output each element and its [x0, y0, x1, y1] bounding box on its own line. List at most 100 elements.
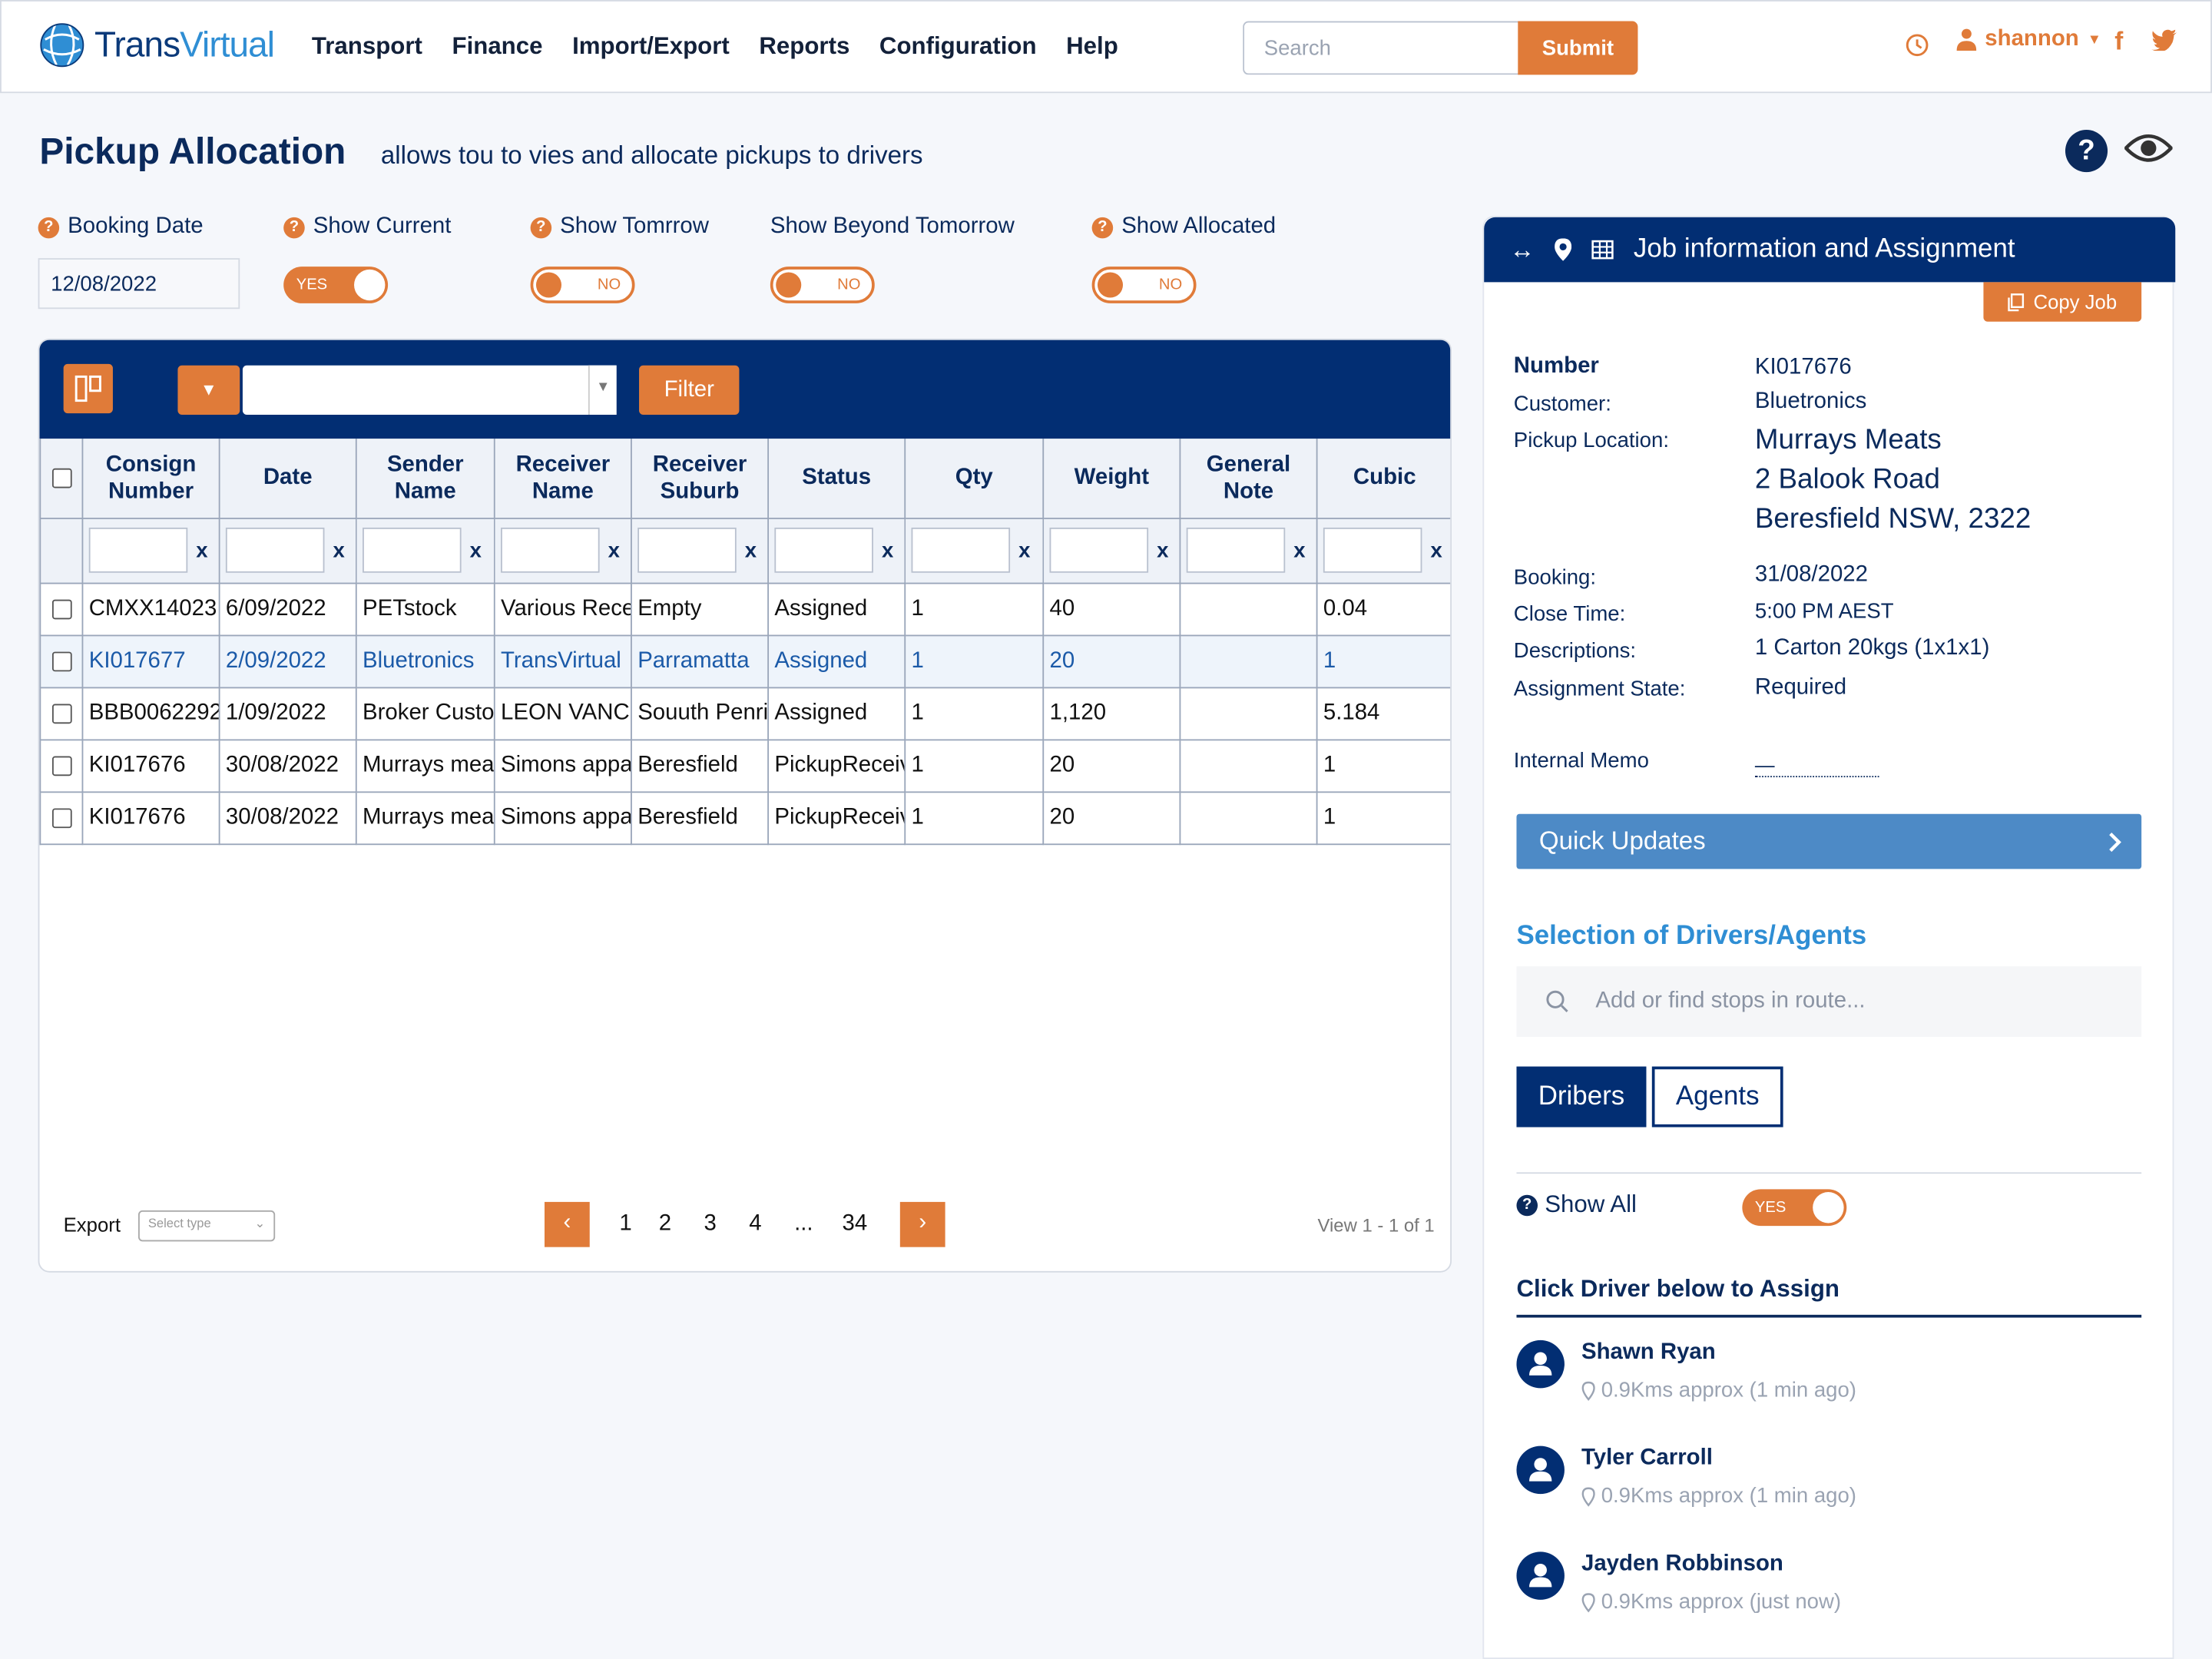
driver-item[interactable]: Jayden Robbinson 0.9Kms approx (just now) [1516, 1551, 1841, 1614]
export-label: Export [63, 1213, 121, 1236]
table-row[interactable]: KI01767630/08/2022Murrays meatsSimons ap… [39, 738, 1451, 793]
clear-filter-icon[interactable]: x [1157, 538, 1168, 562]
row-checkbox[interactable] [51, 598, 71, 619]
col-general-note[interactable]: General Note [1179, 439, 1318, 518]
nav-finance[interactable]: Finance [452, 32, 542, 61]
caret-down-icon: ▼ [200, 379, 217, 399]
clear-filter-icon[interactable]: x [1018, 538, 1030, 562]
col-sender-name[interactable]: Sender Name [355, 439, 495, 518]
question-icon[interactable]: ? [1091, 216, 1114, 238]
column-filter-input[interactable] [501, 527, 600, 573]
column-filter-input[interactable] [911, 527, 1011, 573]
nav-configuration[interactable]: Configuration [879, 32, 1037, 61]
col-weight[interactable]: Weight [1042, 439, 1181, 518]
column-filter-input[interactable] [88, 527, 188, 573]
clear-filter-icon[interactable]: x [608, 538, 620, 562]
show-allocated-toggle[interactable]: NO [1091, 267, 1197, 303]
filter-button[interactable]: Filter [639, 365, 740, 415]
filter-select[interactable] [242, 365, 617, 415]
twitter-icon[interactable] [2151, 29, 2177, 51]
clear-filter-icon[interactable]: x [470, 538, 482, 562]
column-filter-cell: x [1316, 517, 1451, 584]
prev-page-button[interactable]: ‹ [544, 1201, 590, 1247]
clear-filter-icon[interactable]: x [1430, 538, 1442, 562]
column-filter-input[interactable] [1186, 527, 1286, 573]
clear-filter-icon[interactable]: x [882, 538, 893, 562]
quick-updates-button[interactable]: Quick Updates [1516, 813, 2142, 869]
select-all-checkbox[interactable] [51, 468, 71, 488]
col-date[interactable]: Date [218, 439, 357, 518]
copy-job-button[interactable]: Copy Job [1983, 282, 2142, 322]
page-34[interactable]: 34 [843, 1212, 868, 1237]
search-input[interactable] [1243, 21, 1520, 75]
tab-drivers[interactable]: Dribers [1516, 1066, 1647, 1128]
tab-agents[interactable]: Agents [1651, 1066, 1783, 1128]
clear-filter-icon[interactable]: x [333, 538, 344, 562]
show-current-toggle[interactable]: YES [283, 267, 389, 303]
row-checkbox[interactable] [51, 807, 71, 828]
page-4[interactable]: 4 [749, 1212, 761, 1237]
show-beyond-toggle[interactable]: NO [770, 267, 875, 303]
table-cell: Bluetronics [355, 634, 495, 688]
question-icon[interactable]: ? [530, 216, 552, 238]
column-filter-input[interactable] [1323, 527, 1422, 573]
logo[interactable]: TransVirtual [38, 22, 275, 69]
question-icon[interactable]: ? [1516, 1194, 1538, 1216]
nav-reports[interactable]: Reports [759, 32, 849, 61]
history-icon[interactable] [1905, 32, 1930, 58]
columns-button[interactable] [63, 363, 113, 414]
export-type-select[interactable]: Select type ⌄ [137, 1210, 276, 1242]
facebook-icon[interactable]: f [2114, 27, 2123, 57]
table-row[interactable]: CMXX140236/09/2022PETstockVarious Receiv… [39, 581, 1451, 636]
row-checkbox[interactable] [51, 651, 71, 671]
submit-button[interactable]: Submit [1518, 21, 1638, 75]
table-row[interactable]: KI017677 2/09/2022 Bluetronics TransVirtual… [39, 634, 1451, 688]
booking-date-input[interactable] [38, 258, 240, 310]
clear-filter-icon[interactable]: x [745, 538, 757, 562]
show-all-toggle[interactable]: YES [1742, 1189, 1847, 1227]
nav-transport[interactable]: Transport [312, 32, 422, 61]
column-filter-input[interactable] [637, 527, 737, 573]
col-status[interactable]: Status [767, 439, 906, 518]
map-pin-icon[interactable] [1555, 238, 1572, 261]
table-row[interactable]: KI01767630/08/2022Murrays meatsSimons ap… [39, 790, 1451, 845]
table-cell: KI017677 [81, 634, 220, 688]
dropdown-toggle-button[interactable]: ▼ [177, 365, 240, 415]
column-filter-input[interactable] [363, 527, 462, 573]
col-consign-number[interactable]: Consign Number [81, 439, 220, 518]
driver-item[interactable]: Shawn Ryan 0.9Kms approx (1 min ago) [1516, 1339, 1856, 1402]
driver-item[interactable]: Tyler Carroll 0.9Kms approx (1 min ago) [1516, 1445, 1856, 1508]
page-3[interactable]: 3 [704, 1212, 717, 1237]
page-1[interactable]: 1 [619, 1212, 631, 1237]
col-receiver-name[interactable]: Receiver Name [493, 439, 632, 518]
clear-filter-icon[interactable]: x [1293, 538, 1305, 562]
column-filter-input[interactable] [774, 527, 873, 573]
col-cubic[interactable]: Cubic [1316, 439, 1451, 518]
question-icon[interactable]: ? [283, 216, 305, 238]
row-checkbox[interactable] [51, 755, 71, 776]
eye-icon[interactable] [2124, 133, 2173, 164]
nav-import-export[interactable]: Import/Export [572, 32, 730, 61]
internal-memo-value[interactable]: — [1754, 753, 1879, 778]
show-tomorrow-toggle[interactable]: NO [530, 267, 635, 303]
table-cell: 1 [904, 581, 1045, 636]
col-receiver-suburb[interactable]: Receiver Suburb [631, 439, 770, 518]
row-checkbox[interactable] [51, 703, 71, 724]
nav-help[interactable]: Help [1066, 32, 1118, 61]
help-icon[interactable]: ? [2065, 129, 2108, 173]
table-cell: Assigned [767, 634, 906, 688]
user-menu[interactable]: shannon ▼ [1956, 27, 2101, 52]
table-row[interactable]: BBB00622921/09/2022Broker CustomerLEON V… [39, 686, 1451, 740]
find-stops-input[interactable]: Add or find stops in route... [1516, 966, 2142, 1037]
page-2[interactable]: 2 [659, 1212, 671, 1237]
col-qty[interactable]: Qty [904, 439, 1045, 518]
column-filter-input[interactable] [1049, 527, 1149, 573]
column-filter-input[interactable] [225, 527, 325, 573]
expand-arrows-icon[interactable]: ↔ [1509, 235, 1535, 265]
next-page-button[interactable]: › [899, 1201, 945, 1247]
clear-filter-icon[interactable]: x [196, 538, 207, 562]
select-arrow-icon[interactable]: ▼ [588, 365, 617, 415]
table-grid-icon[interactable] [1591, 240, 1614, 260]
select-all-cell [39, 439, 84, 518]
question-icon[interactable]: ? [38, 216, 60, 238]
